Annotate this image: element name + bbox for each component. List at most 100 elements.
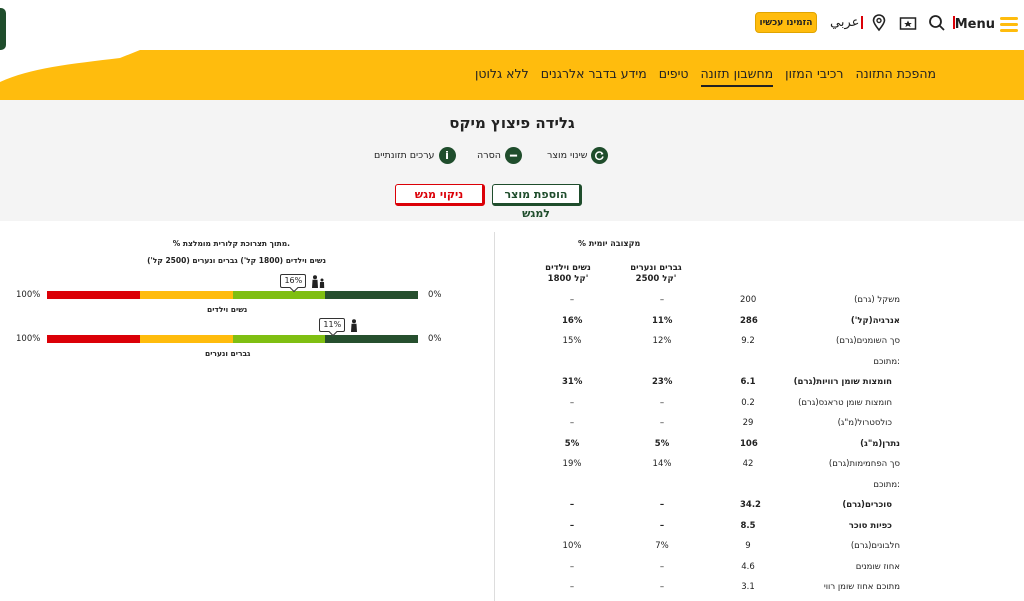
- nav-item-nutrition-revolution[interactable]: מהפכת התזונה: [855, 66, 936, 87]
- table-row-cholesterol: כולסטרול(מ"ג) 29 – –: [500, 418, 900, 438]
- row-value: 4.6: [741, 561, 755, 572]
- row-women-percent: 15%: [562, 336, 582, 346]
- nav-item-nutrition-calculator[interactable]: מחשבון תזונה: [700, 66, 774, 87]
- nutrition-values-legend[interactable]: ערכים תזונתיים i: [374, 147, 456, 164]
- row-men-percent: –: [659, 418, 665, 428]
- row-label: כפיות סוכר: [848, 520, 892, 531]
- bar-max-label: 100%: [16, 334, 41, 344]
- row-men-percent: 12%: [652, 336, 672, 346]
- table-row-sugar-teaspoons: כפיות סוכר 8.5 – –: [500, 521, 900, 541]
- row-value: 9.2: [741, 336, 755, 346]
- bar-min-label: 0%: [428, 290, 442, 300]
- info-icon: i: [438, 147, 456, 164]
- side-tab[interactable]: [0, 8, 6, 50]
- product-title: גלידה פיצוץ מיקס: [449, 114, 575, 132]
- col-header-women-line2: 1800 קל': [547, 274, 589, 284]
- row-women-percent: –: [569, 295, 575, 305]
- row-men-percent: 23%: [652, 377, 673, 387]
- row-women-percent: 19%: [562, 459, 582, 469]
- row-label: מתוכם:: [873, 479, 900, 490]
- location-pin-icon[interactable]: [870, 14, 888, 32]
- separator: [861, 16, 863, 29]
- kosher-certificate-icon[interactable]: [899, 14, 917, 32]
- change-product-legend[interactable]: שינוי מוצר: [547, 147, 609, 164]
- separator: [953, 16, 955, 29]
- calorie-scale-bar: [47, 335, 418, 343]
- scale-segment: [47, 335, 140, 343]
- row-label: אחוז שומנים: [855, 561, 900, 572]
- col-header-men-line1: גברים ונערים: [630, 263, 682, 273]
- row-value: 200: [740, 295, 757, 305]
- nav-item-gluten-free[interactable]: ללא גלוטן: [475, 66, 529, 87]
- calorie-bars-heading: % מתוך תצרוכת קלורית מומלצת.: [172, 239, 290, 248]
- order-now-button[interactable]: הזמינו עכשיו: [755, 12, 817, 33]
- row-men-percent: 11%: [652, 315, 673, 326]
- row-label: סך השומנים(גרם): [836, 336, 900, 346]
- row-label: חלבונים(גרם): [850, 541, 900, 551]
- nav-item-allergens[interactable]: מידע בדבר אלרגנים: [541, 66, 647, 87]
- row-value: 106: [740, 438, 758, 449]
- calorie-scale-bar: [47, 291, 418, 299]
- row-women-percent: –: [569, 418, 575, 428]
- table-row-trans-fat: חומצות שומן טראנס(גרם) 0.2 – –: [500, 398, 900, 418]
- row-men-percent: 5%: [654, 438, 670, 449]
- col-header-men-line2: 2500 קל': [635, 274, 677, 284]
- nav-item-tips[interactable]: טיפים: [659, 66, 689, 87]
- table-row-total-carbs: סך הפחמימות(גרם) 42 14% 19%: [500, 459, 900, 479]
- women-children-icon: [312, 275, 325, 288]
- scale-segment: [232, 291, 326, 299]
- row-men-percent: –: [659, 500, 665, 510]
- bar-group-label: גברים ונערים: [205, 349, 251, 358]
- percent-marker: 16%: [280, 274, 307, 288]
- row-value: 34.2: [740, 500, 761, 510]
- row-men-percent: –: [659, 582, 665, 592]
- row-label: משקל (גרם): [854, 295, 900, 305]
- table-row-protein: חלבונים(גרם) 9 7% 10%: [500, 541, 900, 561]
- refresh-icon: [591, 147, 609, 164]
- table-row-of-which-2: מתוכם:: [500, 480, 900, 500]
- row-value: 8.5: [740, 520, 756, 531]
- row-label: כולסטרול(מ"ג): [837, 418, 892, 428]
- row-value: 6.1: [740, 377, 756, 387]
- row-label: מתוכם:: [873, 356, 900, 367]
- col-header-women: נשים וילדים 1800 קל': [540, 263, 596, 285]
- row-men-percent: –: [659, 397, 665, 408]
- row-label: חומצות שומן רוויות(גרם): [793, 377, 892, 387]
- row-women-percent: –: [569, 500, 575, 510]
- table-row-sugars: סוכרים(גרם) 34.2 – –: [500, 500, 900, 520]
- row-men-percent: –: [659, 295, 665, 305]
- row-men-percent: 7%: [655, 541, 669, 551]
- scale-segment: [139, 335, 233, 343]
- row-men-percent: –: [659, 561, 665, 572]
- row-men-percent: –: [659, 520, 665, 531]
- language-link[interactable]: عربي: [830, 15, 859, 30]
- clear-tray-button[interactable]: ניקוי מגש: [395, 184, 485, 206]
- row-women-percent: 16%: [562, 315, 583, 326]
- menu-button[interactable]: Menu: [955, 14, 1018, 34]
- row-label: נתרן(מ"ג): [860, 438, 900, 449]
- top-header: Menu عربي הזמינו עכשיו: [0, 0, 1024, 50]
- remove-legend[interactable]: הסרה: [477, 147, 522, 164]
- row-label: אנרגיה(קל'): [850, 315, 900, 326]
- search-icon[interactable]: [928, 14, 946, 32]
- table-row-fat-percent: אחוז שומנים 4.6 – –: [500, 562, 900, 582]
- row-women-percent: 31%: [562, 377, 583, 387]
- scale-segment: [232, 335, 326, 343]
- add-to-tray-button[interactable]: הוספת מוצר למגש: [492, 184, 582, 220]
- bar-max-label: 100%: [16, 290, 41, 300]
- menu-label: Menu: [954, 16, 995, 32]
- hamburger-icon: [1000, 16, 1018, 32]
- row-men-percent: 14%: [652, 459, 672, 469]
- bar-min-label: 0%: [428, 334, 442, 344]
- row-label: סך הפחמימות(גרם): [828, 459, 900, 469]
- row-women-percent: 10%: [562, 541, 582, 551]
- change-product-label: שינוי מוצר: [547, 150, 588, 161]
- scale-segment: [139, 291, 233, 299]
- remove-label: הסרה: [477, 150, 501, 161]
- row-label: סוכרים(גרם): [842, 500, 892, 510]
- table-row-energy: אנרגיה(קל') 286 11% 16%: [500, 316, 900, 336]
- row-value: 9: [745, 541, 751, 551]
- row-value: 286: [740, 315, 758, 326]
- nav-item-food-components[interactable]: רכיבי המזון: [785, 66, 843, 87]
- scale-segment: [325, 335, 418, 343]
